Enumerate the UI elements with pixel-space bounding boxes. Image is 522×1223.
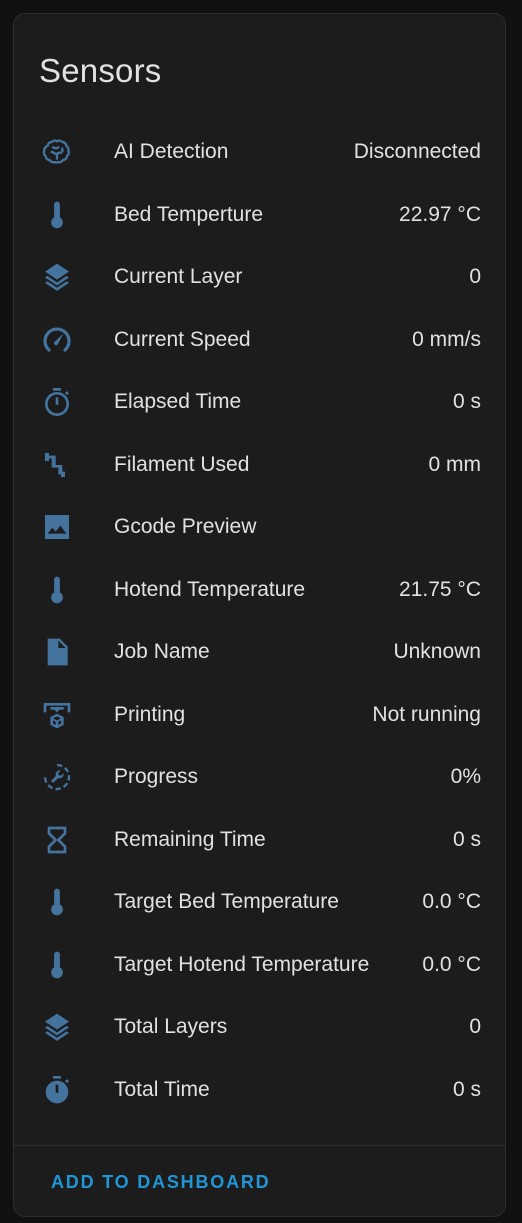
sensor-label: Elapsed Time [114, 390, 242, 413]
sensor-label: Gcode Preview [114, 515, 257, 538]
speedometer-icon [41, 324, 73, 356]
sensor-row[interactable]: AI Detection Disconnected [14, 120, 505, 183]
sensor-label: Printing [114, 702, 186, 726]
sensor-value: 0 [469, 1015, 481, 1038]
sensor-row[interactable]: Gcode Preview [14, 495, 505, 558]
sensor-row[interactable]: Progress 0% [14, 745, 505, 808]
sensor-row[interactable]: Total Layers 0 [14, 995, 505, 1058]
card-divider [14, 1145, 505, 1146]
sensor-value: Unknown [393, 640, 481, 663]
brain-icon [41, 136, 73, 168]
thermometer-icon [41, 886, 73, 918]
sensor-label: Bed Temperture [114, 202, 264, 226]
printer-3d-icon [41, 699, 73, 731]
sensor-label: Filament Used [114, 452, 250, 476]
sensor-value: 22.97 °C [399, 202, 481, 226]
thermometer-icon [41, 199, 73, 231]
sensor-label: Remaining Time [114, 827, 266, 851]
sensor-value: 0% [450, 765, 481, 788]
layers-icon [41, 261, 73, 293]
filament-pipe-icon [41, 449, 73, 481]
sensor-label: Current Layer [114, 265, 243, 288]
sensor-list: AI Detection Disconnected Bed Temperture 22… [14, 120, 505, 1120]
sensor-row[interactable]: Target Hotend Temperature 0.0 °C [14, 933, 505, 996]
sensor-row[interactable]: Hotend Temperature 21.75 °C [14, 558, 505, 621]
sensor-row[interactable]: Remaining Time 0 s [14, 808, 505, 871]
hourglass-icon [41, 824, 73, 856]
file-document-icon [41, 636, 73, 668]
sensor-row[interactable]: Printing Not running [14, 683, 505, 746]
sensor-value: 0 s [452, 1077, 481, 1101]
sensor-value: 0 s [452, 827, 481, 851]
sensor-label: Total Layers [114, 1015, 228, 1038]
sensor-value: Not running [372, 702, 481, 726]
sensor-value: 0.0 °C [422, 952, 481, 976]
sensor-value: 0.0 °C [422, 890, 481, 913]
sensor-value: 0 mm [428, 452, 482, 476]
sensor-row[interactable]: Current Speed 0 mm/s [14, 308, 505, 371]
sensor-row[interactable]: Current Layer 0 [14, 245, 505, 308]
sensor-row[interactable]: Target Bed Temperature 0.0 °C [14, 870, 505, 933]
sensors-card: Sensors AI Detection Disconnected Bed Temp… [13, 13, 506, 1217]
sensor-row[interactable]: Bed Temperture 22.97 °C [14, 183, 505, 246]
stopwatch-icon [41, 386, 73, 418]
sensor-label: Target Bed Temperature [114, 890, 339, 913]
card-title: Sensors [39, 52, 162, 89]
image-icon [41, 511, 73, 543]
sensor-label: Total Time [114, 1077, 210, 1101]
layers-icon [41, 1011, 73, 1043]
sensor-label: Job Name [114, 640, 210, 663]
timer-filled-icon [41, 1074, 73, 1106]
sensor-value: 0 mm/s [412, 327, 481, 351]
thermometer-icon [41, 949, 73, 981]
sensor-label: Current Speed [114, 327, 251, 351]
sensor-label: Hotend Temperature [114, 577, 306, 601]
thermometer-icon [41, 574, 73, 606]
sensor-row[interactable]: Total Time 0 s [14, 1058, 505, 1121]
sensor-value: Disconnected [353, 140, 481, 163]
sensor-row[interactable]: Job Name Unknown [14, 620, 505, 683]
sensor-label: AI Detection [114, 140, 229, 163]
sensor-value: 21.75 °C [399, 577, 481, 601]
sensor-value: 0 [469, 265, 481, 288]
progress-wrench-icon [41, 761, 73, 793]
add-to-dashboard-button[interactable]: ADD TO DASHBOARD [51, 1170, 270, 1194]
sensor-row[interactable]: Elapsed Time 0 s [14, 370, 505, 433]
sensor-label: Target Hotend Temperature [114, 952, 370, 976]
sensor-row[interactable]: Filament Used 0 mm [14, 433, 505, 496]
sensor-value: 0 s [452, 390, 481, 413]
sensor-label: Progress [114, 765, 199, 788]
